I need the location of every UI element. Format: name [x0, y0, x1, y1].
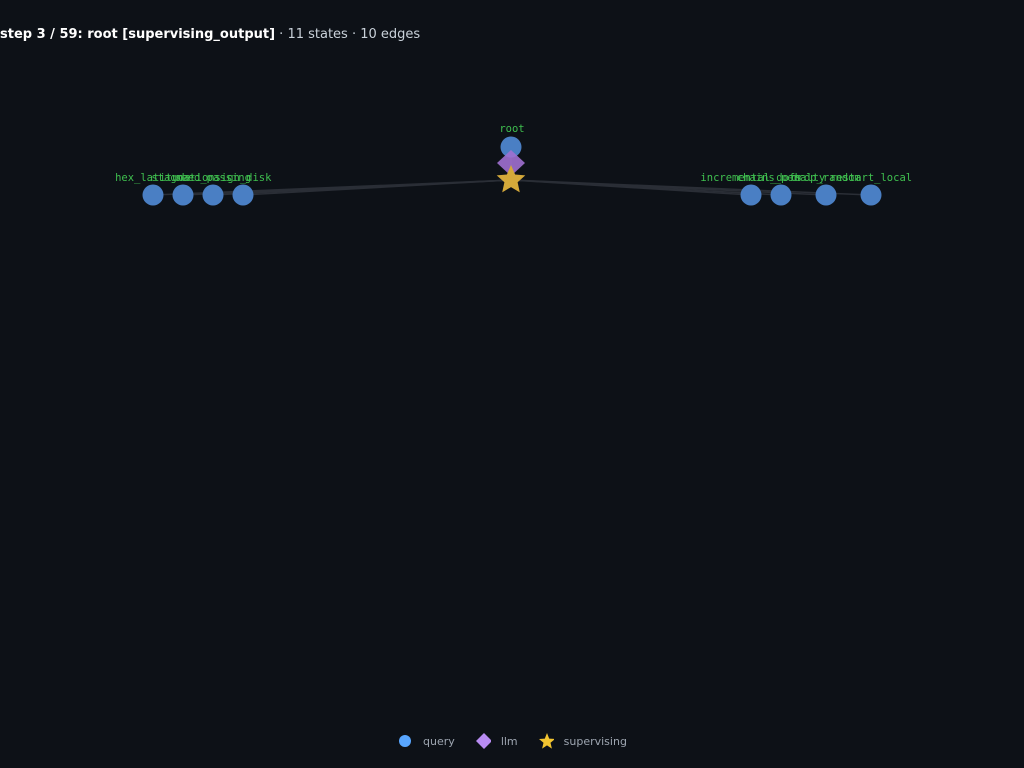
- legend-label: llm: [500, 734, 518, 748]
- node-supervising[interactable]: [496, 165, 526, 193]
- node-label-r4: restart_local: [830, 172, 912, 184]
- legend-item-supervising: supervising: [538, 733, 627, 749]
- edge: [242, 179, 512, 196]
- state-graph: root hex_latitude stagnation seed_passin…: [115, 123, 912, 206]
- star-icon: [538, 733, 554, 749]
- nodes: [142, 136, 882, 206]
- legend-item-query: query: [397, 733, 455, 749]
- node-label-root: root: [499, 123, 524, 135]
- node-r4[interactable]: [860, 184, 882, 206]
- diamond-icon: [475, 733, 491, 749]
- node-label-l4: sign_disk: [215, 172, 273, 184]
- node-r1[interactable]: [740, 184, 762, 206]
- node-l3[interactable]: [202, 184, 224, 206]
- node-l2[interactable]: [172, 184, 194, 206]
- legend-label: query: [423, 734, 455, 748]
- node-r3[interactable]: [815, 184, 837, 206]
- legend: query llm supervising: [0, 733, 1024, 749]
- legend-item-llm: llm: [475, 733, 518, 749]
- node-l4[interactable]: [232, 184, 254, 206]
- circle-icon: [397, 733, 413, 749]
- node-r2[interactable]: [770, 184, 792, 206]
- node-l1[interactable]: [142, 184, 164, 206]
- legend-label: supervising: [563, 734, 627, 748]
